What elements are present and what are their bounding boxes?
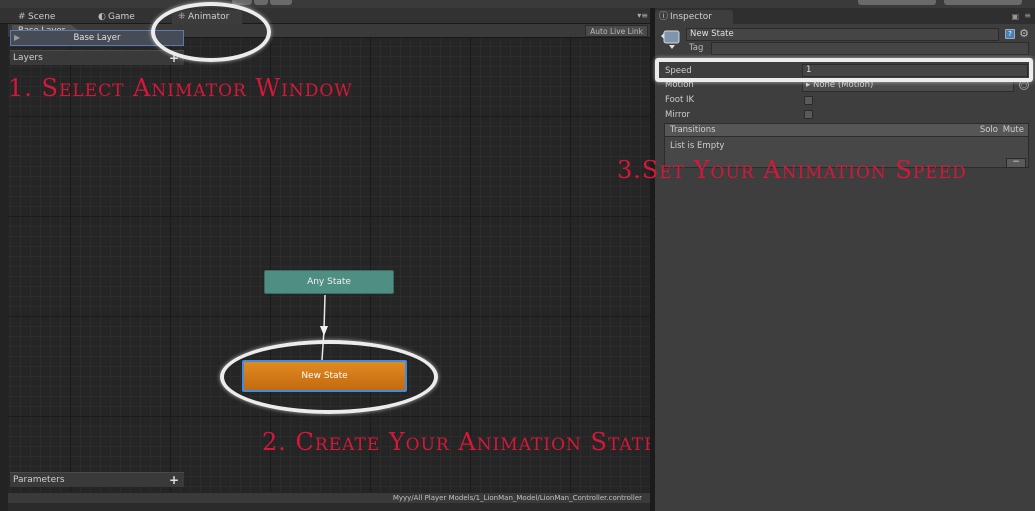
tag-label: Tag: [689, 43, 704, 53]
any-state-node[interactable]: Any State: [264, 270, 394, 294]
tab-game-label: Game: [108, 12, 135, 22]
status-bar: Myyy/All Player Models/1_LionMan_Model/L…: [8, 493, 650, 503]
toolbar-button-middle[interactable]: [254, 0, 268, 5]
tab-scene[interactable]: # Scene: [12, 10, 61, 24]
animator-state-icon: [661, 30, 680, 49]
transitions-header: Transitions Solo Mute: [665, 124, 1028, 137]
toolbar-button-right[interactable]: [270, 0, 292, 5]
layers-header: Layers +: [10, 50, 184, 65]
gear-icon[interactable]: ⚙: [1019, 27, 1029, 40]
auto-live-link-button[interactable]: Auto Live Link: [585, 25, 648, 37]
editor-toolbar: [0, 0, 1035, 8]
tab-scene-label: Scene: [28, 12, 56, 22]
controller-path: Myyy/All Player Models/1_LionMan_Model/L…: [392, 494, 642, 502]
highlight-oval-animator-tab: [151, 2, 271, 62]
layers-label: Layers: [13, 53, 43, 63]
panel-left-edge: [0, 24, 8, 511]
parameters-header: Parameters +: [10, 472, 184, 487]
transitions-title: Transitions: [670, 125, 716, 135]
annotation-step-3: 3.Set Your Animation Speed: [617, 156, 967, 184]
parameters-label: Parameters: [13, 475, 65, 485]
tab-inspector[interactable]: ⓘ Inspector: [655, 10, 733, 24]
highlight-box-speed: [655, 58, 1033, 82]
tag-field[interactable]: [711, 42, 1029, 55]
remove-transition-button[interactable]: −: [1006, 158, 1026, 168]
tab-game[interactable]: ◐ Game: [92, 10, 141, 24]
transitions-empty-text: List is Empty: [670, 141, 725, 151]
scene-icon: #: [18, 12, 26, 22]
info-icon: ⓘ: [659, 12, 669, 22]
annotation-step-2: 2. Create Your Animation State: [262, 428, 658, 456]
inspector-tab-bar: ⓘ Inspector ▣ ≡: [655, 8, 1035, 24]
layout-dropdown[interactable]: [944, 0, 1022, 5]
foot-ik-label: Foot IK: [665, 95, 695, 105]
tab-inspector-label: Inspector: [670, 12, 712, 22]
state-name-field[interactable]: New State: [686, 28, 999, 41]
add-parameter-icon[interactable]: +: [169, 473, 179, 487]
view-tab-bar: # Scene ◐ Game ⁜ Animator ▾≡: [0, 8, 650, 24]
highlight-oval-new-state: [220, 340, 438, 414]
mute-column-label: Mute: [1002, 125, 1024, 135]
mirror-checkbox[interactable]: [804, 110, 813, 119]
panel-menu-icon[interactable]: ▾≡: [637, 11, 648, 20]
layers-dropdown[interactable]: [858, 0, 936, 5]
foot-ik-checkbox[interactable]: [804, 96, 813, 105]
mirror-label: Mirror: [665, 110, 691, 120]
help-icon[interactable]: ?: [1005, 29, 1015, 39]
inspector-panel: ⓘ Inspector ▣ ≡ New State ? ⚙ Tag Speed 1…: [655, 8, 1035, 511]
lock-icon[interactable]: ▣: [1011, 12, 1019, 21]
solo-column-label: Solo: [979, 125, 998, 135]
annotation-step-1: 1. Select Animator Window: [8, 74, 353, 102]
game-icon: ◐: [98, 12, 106, 22]
inspector-menu-icon[interactable]: ≡: [1024, 11, 1031, 20]
